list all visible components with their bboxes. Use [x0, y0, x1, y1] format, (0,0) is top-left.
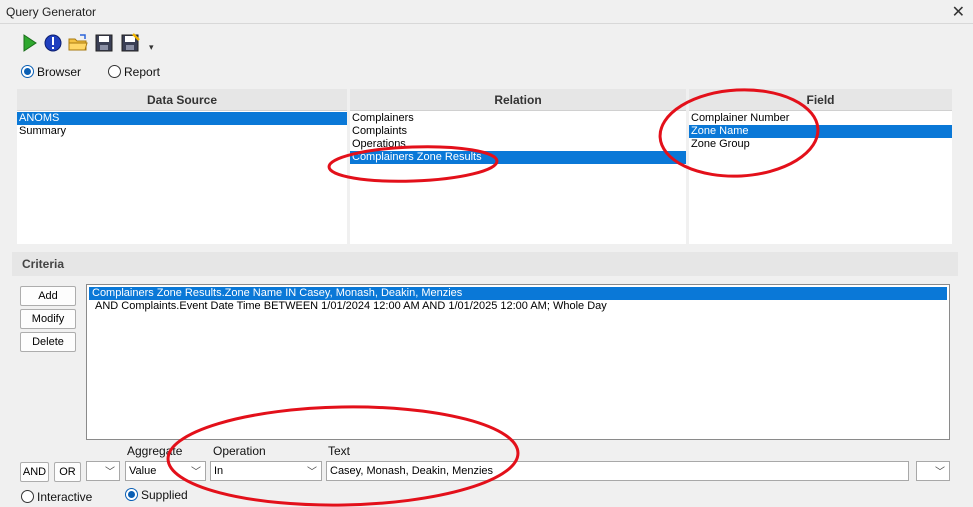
close-icon[interactable]: ✕: [952, 2, 965, 22]
criteria-row[interactable]: AND Complaints.Event Date Time BETWEEN 1…: [89, 300, 947, 313]
field-panel: Field Complainer Number Zone Name Zone G…: [689, 89, 952, 244]
or-button[interactable]: OR: [54, 462, 81, 482]
field-item[interactable]: Zone Name: [689, 125, 952, 138]
chevron-down-icon: ﹀: [935, 467, 945, 478]
relation-panel: Relation Complainers Complaints Operatio…: [350, 89, 686, 244]
data-source-header: Data Source: [17, 89, 347, 111]
field-item[interactable]: Complainer Number: [689, 112, 952, 125]
operation-label: Operation: [213, 444, 266, 458]
criteria-title: Criteria: [22, 257, 65, 271]
run-icon[interactable]: [18, 32, 40, 54]
and-button[interactable]: AND: [20, 462, 49, 482]
criteria-text-input[interactable]: Casey, Monash, Deakin, Menzies: [326, 461, 909, 481]
criteria-row[interactable]: Complainers Zone Results.Zone Name IN Ca…: [89, 287, 947, 300]
relation-item[interactable]: Operations: [350, 138, 686, 151]
relation-item[interactable]: Complainers: [350, 112, 686, 125]
field-header: Field: [689, 89, 952, 111]
criteria-list[interactable]: Complainers Zone Results.Zone Name IN Ca…: [86, 284, 950, 440]
add-button[interactable]: Add: [20, 286, 76, 306]
relation-item[interactable]: Complainers Zone Results: [350, 151, 686, 164]
browser-radio[interactable]: [21, 65, 34, 78]
data-source-item[interactable]: ANOMS: [17, 112, 347, 125]
operation-value: In: [214, 465, 224, 477]
stop-icon[interactable]: [42, 32, 64, 54]
report-radio[interactable]: [108, 65, 121, 78]
text-options-dropdown[interactable]: ﹀: [916, 461, 950, 481]
field-list: Complainer Number Zone Name Zone Group: [689, 111, 952, 151]
supplied-label: Supplied: [141, 488, 188, 502]
save-icon[interactable]: [93, 32, 115, 54]
interactive-radio[interactable]: [21, 490, 34, 503]
data-source-item[interactable]: Summary: [17, 125, 347, 138]
field-item[interactable]: Zone Group: [689, 138, 952, 151]
data-source-list: ANOMS Summary: [17, 111, 347, 138]
criteria-text-value: Casey, Monash, Deakin, Menzies: [330, 465, 494, 477]
chevron-down-icon: ﹀: [105, 467, 115, 478]
aggregate-dropdown[interactable]: Value ﹀: [125, 461, 206, 481]
report-label: Report: [124, 65, 161, 79]
delete-button[interactable]: Delete: [20, 332, 76, 352]
aggregate-label: Aggregate: [127, 444, 183, 458]
title-bar: [0, 0, 973, 24]
browser-label: Browser: [37, 65, 82, 79]
operation-dropdown[interactable]: In ﹀: [210, 461, 322, 481]
chevron-down-icon: ﹀: [307, 467, 317, 478]
window-title: Query Generator: [6, 5, 97, 19]
relation-list: Complainers Complaints Operations Compla…: [350, 111, 686, 164]
connector-dropdown[interactable]: ﹀: [86, 461, 120, 481]
criteria-header-bar: [12, 252, 958, 276]
save-as-icon[interactable]: [119, 32, 141, 54]
supplied-radio[interactable]: [125, 488, 138, 501]
relation-item[interactable]: Complaints: [350, 125, 686, 138]
data-source-panel: Data Source ANOMS Summary: [17, 89, 347, 244]
text-label: Text: [328, 444, 351, 458]
relation-header: Relation: [350, 89, 686, 111]
open-folder-icon[interactable]: [67, 32, 89, 54]
modify-button[interactable]: Modify: [20, 309, 76, 329]
aggregate-value: Value: [129, 465, 157, 477]
toolbar-overflow-icon[interactable]: ▾: [149, 42, 154, 53]
interactive-label: Interactive: [37, 490, 93, 504]
chevron-down-icon: ﹀: [191, 467, 201, 478]
